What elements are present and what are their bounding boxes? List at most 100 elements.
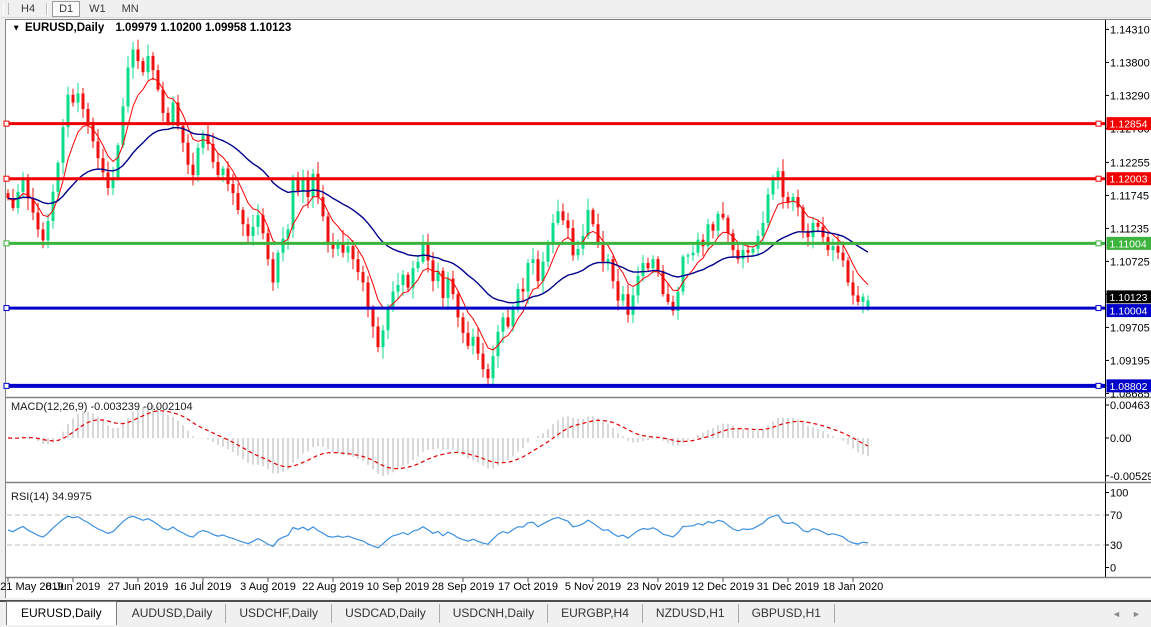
price-axis-label: 1.11235 [1110, 223, 1149, 235]
date-axis: 21 May 20198 Jun 201927 Jun 201916 Jul 2… [0, 578, 883, 593]
chart-tab-usdcnh-daily[interactable]: USDCNH,Daily [440, 604, 548, 623]
rsi-axis-label: 70 [1110, 510, 1122, 522]
candle-body [417, 262, 420, 268]
chart-tab-usdchf-daily[interactable]: USDCHF,Daily [226, 604, 332, 623]
candle-body [527, 263, 530, 291]
date-axis-label: 10 Sep 2019 [367, 581, 429, 593]
level-handle-right[interactable] [1096, 241, 1101, 246]
candle-body [657, 259, 660, 271]
tab-scroll-left-icon[interactable]: ◄ [1112, 609, 1121, 619]
candle-body [692, 253, 695, 256]
candle-body [242, 210, 245, 224]
candle-body [22, 179, 25, 192]
candle-body [457, 294, 460, 317]
candle-body [402, 275, 405, 285]
level-price-badge-text: 1.12854 [1110, 119, 1148, 131]
candle-body [142, 61, 145, 72]
candle-body [787, 197, 790, 202]
level-handle-right[interactable] [1096, 121, 1101, 126]
level-price-badge-text: 1.10004 [1110, 306, 1148, 318]
date-axis-label: 27 Jun 2019 [108, 581, 169, 593]
candle-body [237, 193, 240, 210]
chart-tab-gbpusd-h1[interactable]: GBPUSD,H1 [739, 604, 835, 623]
rsi-values: 34.9975 [52, 491, 92, 503]
candle-body [372, 307, 375, 326]
macd-axis-label: -0.005299 [1110, 471, 1151, 483]
level-handle-right[interactable] [1096, 176, 1101, 181]
candle-body [147, 56, 150, 72]
candle-body [377, 326, 380, 347]
candle-body [532, 259, 535, 263]
chart-tab-usdcad-daily[interactable]: USDCAD,Daily [332, 604, 440, 623]
candle-body [192, 165, 195, 175]
candle-body [812, 223, 815, 237]
candle-body [837, 246, 840, 252]
mt4-chart-window: { "toolbar": { "timeframes": ["H4", "D1"… [0, 0, 1151, 627]
candle-body [42, 229, 45, 240]
candle-body [727, 218, 730, 234]
candle-body [137, 49, 140, 61]
svg-text:EURUSD,Daily 1.09979 1.102: EURUSD,Daily 1.09979 1.10200 1.09958 1.1… [25, 22, 291, 34]
candle-body [197, 148, 200, 175]
candle-body [227, 169, 230, 185]
level-handle-right[interactable] [1096, 306, 1101, 311]
candle-body [387, 308, 390, 330]
svg-text:RSI(14) 34.9975: RSI(14) 34.9975 [11, 491, 92, 503]
candle-body [862, 297, 865, 302]
candle-body [152, 56, 155, 70]
chart-canvas[interactable]: 0.004630.00-0.005299 10070300 1.143101.1… [0, 0, 1151, 627]
candle-body [522, 289, 525, 292]
candle-body [127, 68, 130, 107]
date-axis-label: 31 Dec 2019 [757, 581, 819, 593]
candle-body [272, 259, 275, 282]
candle-body [37, 213, 40, 230]
candle-body [97, 141, 100, 158]
tab-scroll-right-icon[interactable]: ► [1132, 609, 1141, 619]
chart-tab-audusd-daily[interactable]: AUDUSD,Daily [119, 604, 227, 623]
candle-body [172, 103, 175, 124]
candle-body [47, 221, 50, 240]
candle-body [717, 214, 720, 231]
candle-body [62, 127, 65, 163]
current-price-badge-text: 1.10123 [1110, 292, 1148, 304]
candle-body [72, 95, 75, 103]
candle-body [842, 253, 845, 261]
candle-body [367, 282, 370, 307]
candle-body [82, 93, 85, 109]
candle-body [407, 275, 410, 288]
candle-body [857, 295, 860, 301]
level-handle-right[interactable] [1096, 383, 1101, 388]
candle-body [117, 145, 120, 177]
candle-body [477, 337, 480, 354]
candle-body [517, 289, 520, 307]
candle-body [742, 250, 745, 259]
candle-body [667, 294, 670, 302]
candle-body [232, 184, 235, 193]
level-handle-left[interactable] [4, 121, 9, 126]
candle-body [607, 259, 610, 262]
level-handle-left[interactable] [4, 176, 9, 181]
date-axis-label: 8 Jun 2019 [46, 581, 100, 593]
chart-tab-nzdusd-h1[interactable]: NZDUSD,H1 [643, 604, 739, 623]
level-handle-left[interactable] [4, 383, 9, 388]
candle-body [52, 192, 55, 221]
macd-values: -0.003239 -0.002104 [90, 401, 192, 413]
symbol-dropdown-icon[interactable]: ▼ [12, 23, 20, 33]
chart-tab-eurgbp-h4[interactable]: EURGBP,H4 [548, 604, 643, 623]
candle-body [512, 307, 515, 326]
candle-body [817, 223, 820, 227]
candle-body [767, 194, 770, 222]
candle-body [547, 242, 550, 261]
candle-body [852, 282, 855, 295]
candle-body [257, 215, 260, 227]
level-price-badge-text: 1.11004 [1110, 238, 1147, 250]
chart-tab-eurusd-daily[interactable]: EURUSD,Daily [6, 601, 117, 625]
rsi-label: RSI(14) [11, 491, 49, 503]
candle-body [847, 260, 850, 282]
level-handle-left[interactable] [4, 306, 9, 311]
candle-body [277, 253, 280, 283]
level-handle-left[interactable] [4, 241, 9, 246]
candle-body [442, 271, 445, 298]
candle-body [102, 158, 105, 172]
candle-body [427, 244, 430, 261]
